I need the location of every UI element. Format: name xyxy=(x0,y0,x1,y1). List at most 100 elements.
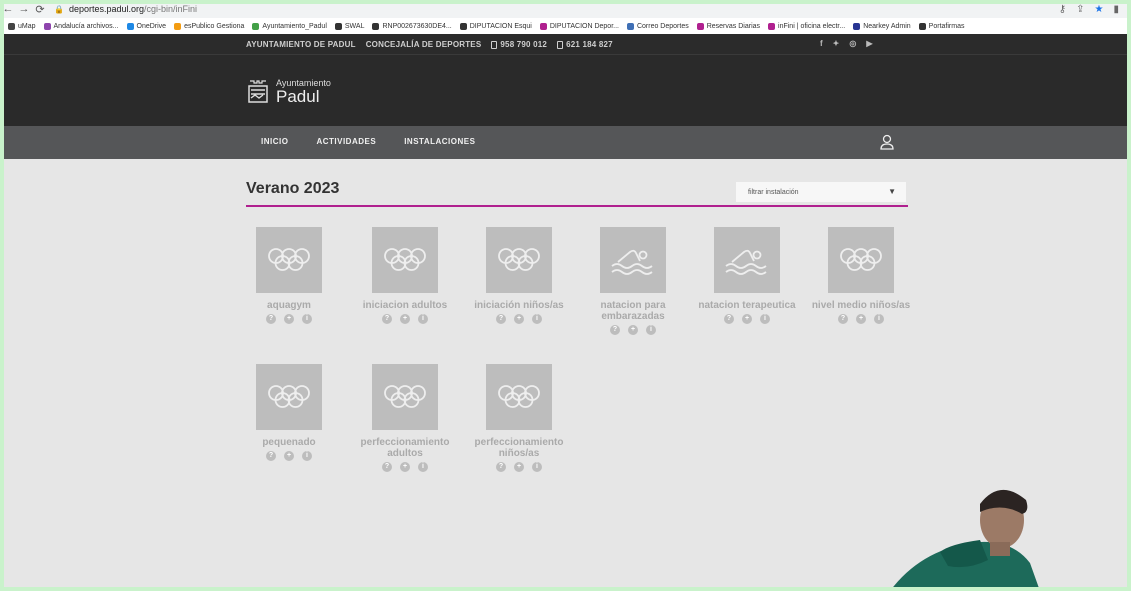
bookmark-item[interactable]: Correo Deportes xyxy=(626,22,689,30)
add-icon[interactable]: + xyxy=(514,314,524,324)
info-icon[interactable]: i xyxy=(760,314,770,324)
facebook-icon[interactable]: f xyxy=(820,39,823,48)
phone-1-text: 958 790 012 xyxy=(500,40,548,49)
bookmark-item[interactable]: uMap xyxy=(8,22,36,30)
key-icon[interactable]: ⚷ xyxy=(1059,4,1066,15)
swimmer-icon[interactable] xyxy=(600,227,666,293)
bookmark-item[interactable]: Andalucía archivos... xyxy=(43,22,119,30)
activity-name[interactable]: perfeccionamiento adultos xyxy=(350,437,460,459)
bookmark-item[interactable]: SWAL xyxy=(334,22,364,30)
browser-address-bar: ← → ⟳ 🔒 deportes.padul.org /cgi-bin/inFi… xyxy=(0,0,1131,18)
activity-actions: ? + i xyxy=(350,462,460,472)
help-icon[interactable]: ? xyxy=(610,325,620,335)
olympic-rings-icon[interactable] xyxy=(828,227,894,293)
activity-card[interactable]: aquagym? + i xyxy=(234,227,344,324)
add-icon[interactable]: + xyxy=(856,314,866,324)
help-icon[interactable]: ? xyxy=(838,314,848,324)
activity-name[interactable]: aquagym xyxy=(234,300,344,311)
activity-name[interactable]: iniciacion adultos xyxy=(350,300,460,311)
bookmark-item[interactable]: Reservas Diarias xyxy=(696,22,760,30)
phone-2[interactable]: 621 184 827 xyxy=(557,40,613,49)
help-icon[interactable]: ? xyxy=(382,314,392,324)
activity-card[interactable]: iniciación niños/as? + i xyxy=(464,227,574,324)
activity-card[interactable]: natacion para embarazadas? + i xyxy=(578,227,688,335)
activity-card[interactable]: perfeccionamiento adultos? + i xyxy=(350,364,460,472)
olympic-rings-icon[interactable] xyxy=(256,227,322,293)
add-icon[interactable]: + xyxy=(514,462,524,472)
bookmark-star-icon[interactable]: ★ xyxy=(1095,4,1104,15)
youtube-icon[interactable]: ▶ xyxy=(866,39,872,48)
activity-name[interactable]: natacion terapeutica xyxy=(692,300,802,311)
add-icon[interactable]: + xyxy=(400,462,410,472)
info-icon[interactable]: i xyxy=(418,314,428,324)
instagram-icon[interactable]: ◎ xyxy=(849,39,856,48)
bookmark-item[interactable]: Nearkey Admin xyxy=(853,22,911,30)
activity-name[interactable]: iniciación niños/as xyxy=(464,300,574,311)
bookmark-favicon-icon xyxy=(853,22,861,30)
olympic-rings-icon[interactable] xyxy=(486,364,552,430)
user-icon[interactable] xyxy=(880,134,894,150)
olympic-rings-icon[interactable] xyxy=(256,364,322,430)
add-icon[interactable]: + xyxy=(628,325,638,335)
help-icon[interactable]: ? xyxy=(266,314,276,324)
info-icon[interactable]: i xyxy=(646,325,656,335)
filter-select[interactable]: filtrar instalación ▼ xyxy=(736,182,906,202)
back-icon[interactable]: ← xyxy=(0,3,16,15)
help-icon[interactable]: ? xyxy=(496,462,506,472)
bookmark-item[interactable]: OneDrive xyxy=(126,22,166,30)
info-icon[interactable]: i xyxy=(302,314,312,324)
menu-instalaciones[interactable]: INSTALACIONES xyxy=(404,137,475,146)
activity-card[interactable]: iniciacion adultos? + i xyxy=(350,227,460,324)
activity-card[interactable]: perfeccionamiento niños/as? + i xyxy=(464,364,574,472)
help-icon[interactable]: ? xyxy=(724,314,734,324)
info-icon[interactable]: i xyxy=(302,451,312,461)
menu-inicio[interactable]: INICIO xyxy=(261,137,288,146)
url-path: /cgi-bin/inFini xyxy=(144,4,198,14)
help-icon[interactable]: ? xyxy=(266,451,276,461)
bookmark-item[interactable]: Ayuntamiento_Padul xyxy=(252,22,327,30)
phone-1[interactable]: 958 790 012 xyxy=(491,40,547,49)
bookmarks-bar: uMap Andalucía archivos... OneDrive esPubli… xyxy=(0,18,1131,34)
bookmark-label: RNP002673630DE4... xyxy=(382,22,452,30)
sidepanel-icon[interactable]: ▮ xyxy=(1113,4,1119,15)
bookmark-label: Correo Deportes xyxy=(636,22,689,30)
bookmark-favicon-icon xyxy=(539,22,547,30)
bookmark-item[interactable]: inFini | oficina electr... xyxy=(768,22,845,30)
olympic-rings-icon[interactable] xyxy=(486,227,552,293)
menu-actividades[interactable]: ACTIVIDADES xyxy=(316,137,376,146)
twitter-icon[interactable]: ✦ xyxy=(833,39,840,48)
info-icon[interactable]: i xyxy=(532,314,542,324)
bookmark-item[interactable]: DIPUTACION Depor... xyxy=(539,22,619,30)
add-icon[interactable]: + xyxy=(284,451,294,461)
bookmark-label: esPublico Gestiona xyxy=(184,22,245,30)
help-icon[interactable]: ? xyxy=(382,462,392,472)
add-icon[interactable]: + xyxy=(284,314,294,324)
reload-icon[interactable]: ⟳ xyxy=(32,3,48,16)
activity-name[interactable]: pequenado xyxy=(234,437,344,448)
activity-name[interactable]: natacion para embarazadas xyxy=(578,300,688,322)
bookmark-item[interactable]: RNP002673630DE4... xyxy=(372,22,452,30)
activity-name[interactable]: perfeccionamiento niños/as xyxy=(464,437,574,459)
site-logo[interactable]: Ayuntamiento Padul xyxy=(246,78,331,106)
activity-name[interactable]: nivel medio niños/as xyxy=(806,300,916,311)
swimmer-icon[interactable] xyxy=(714,227,780,293)
info-icon[interactable]: i xyxy=(418,462,428,472)
bookmark-label: Nearkey Admin xyxy=(863,22,911,30)
bookmark-label: Andalucía archivos... xyxy=(53,22,119,30)
bookmark-item[interactable]: DIPUTACION Esqui xyxy=(459,22,532,30)
forward-icon[interactable]: → xyxy=(16,3,32,15)
url-field[interactable]: 🔒 deportes.padul.org /cgi-bin/inFini xyxy=(54,2,1059,16)
activity-card[interactable]: pequenado? + i xyxy=(234,364,344,461)
add-icon[interactable]: + xyxy=(742,314,752,324)
info-icon[interactable]: i xyxy=(874,314,884,324)
share-icon[interactable]: ⇪ xyxy=(1076,4,1084,15)
info-icon[interactable]: i xyxy=(532,462,542,472)
bookmark-item[interactable]: Portafirmas xyxy=(918,22,964,30)
activity-card[interactable]: natacion terapeutica? + i xyxy=(692,227,802,324)
olympic-rings-icon[interactable] xyxy=(372,364,438,430)
activity-card[interactable]: nivel medio niños/as? + i xyxy=(806,227,916,324)
olympic-rings-icon[interactable] xyxy=(372,227,438,293)
bookmark-item[interactable]: esPublico Gestiona xyxy=(174,22,245,30)
help-icon[interactable]: ? xyxy=(496,314,506,324)
add-icon[interactable]: + xyxy=(400,314,410,324)
